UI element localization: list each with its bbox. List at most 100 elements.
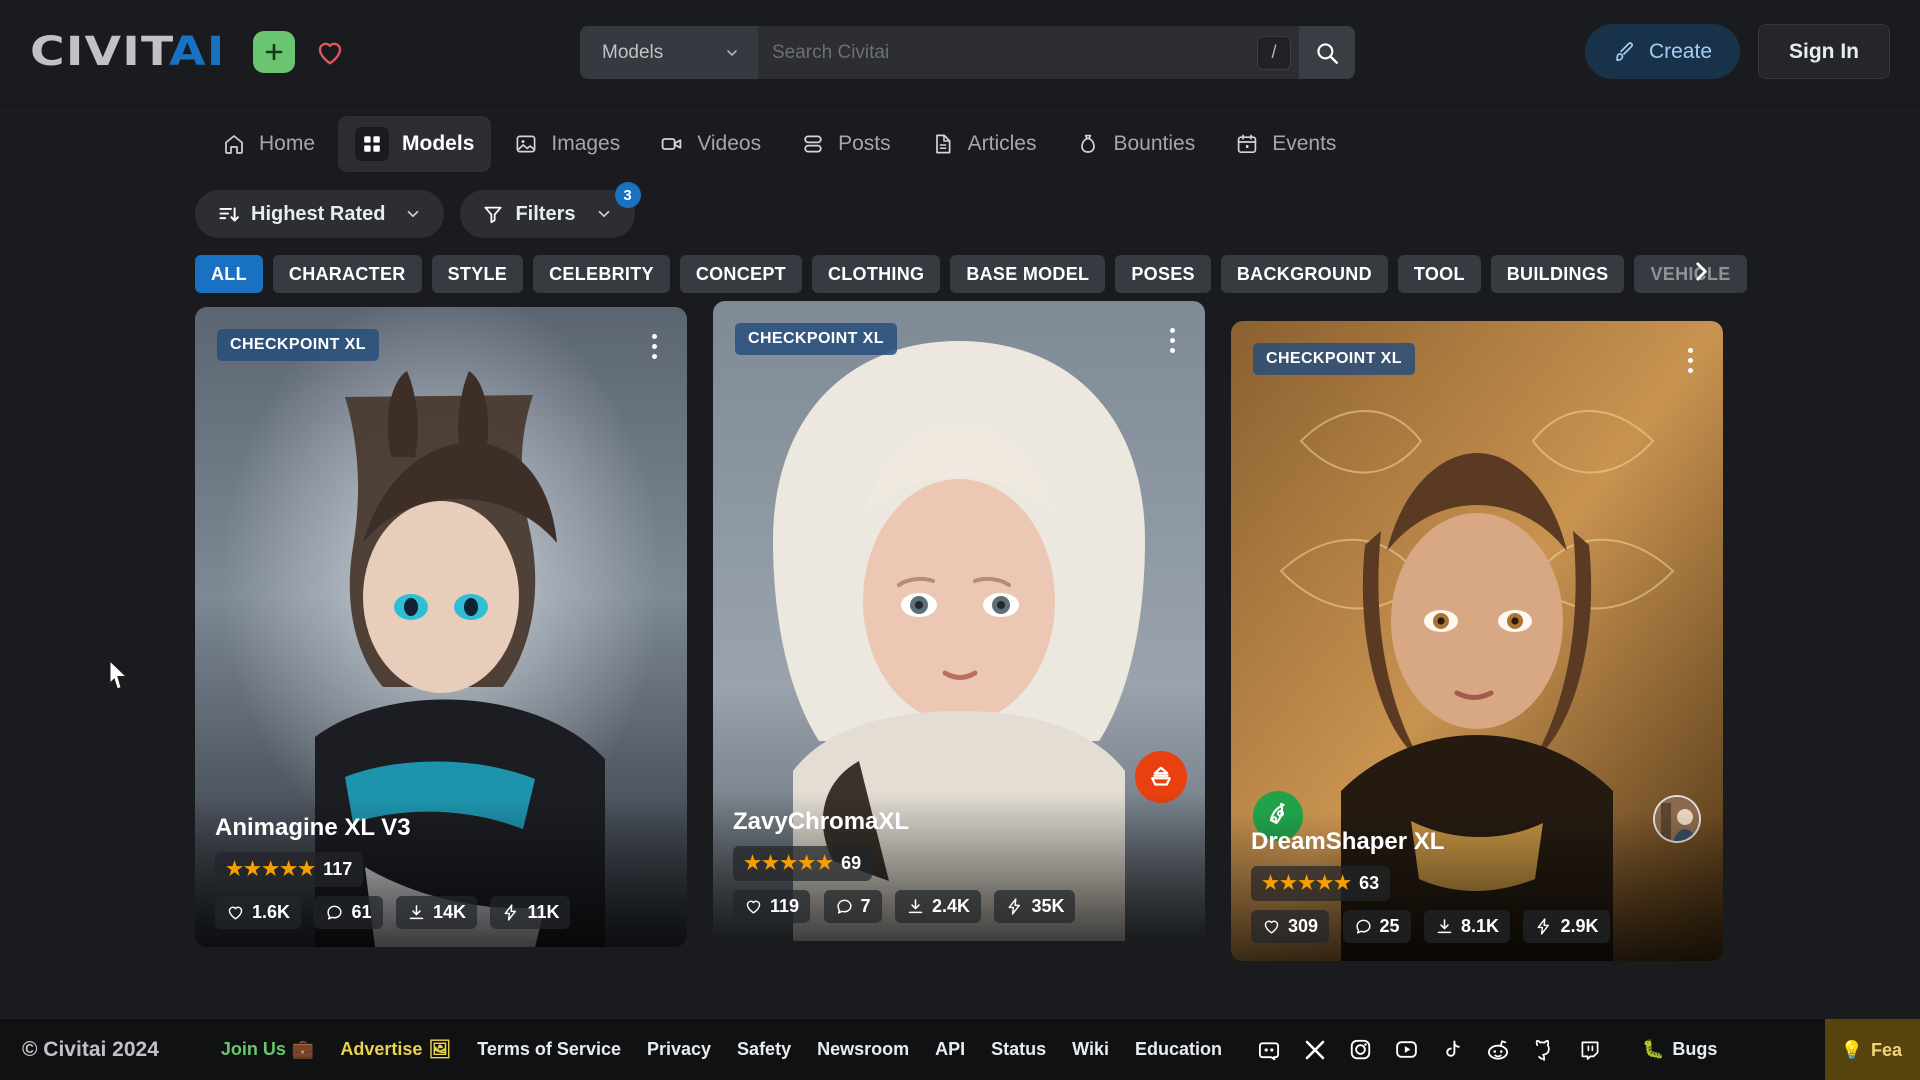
nav-label-posts: Posts bbox=[838, 132, 891, 155]
card-comments-value: 7 bbox=[860, 896, 871, 916]
model-card[interactable]: CHECKPOINT XL DreamShaper XL ★★★★★ 63 30… bbox=[1231, 321, 1723, 961]
download-icon bbox=[1437, 919, 1452, 934]
chip-base-model[interactable]: BASE MODEL bbox=[950, 255, 1106, 293]
chip-character[interactable]: CHARACTER bbox=[272, 255, 422, 293]
card-likes-value: 119 bbox=[770, 896, 800, 916]
card-type-badge: CHECKPOINT XL bbox=[735, 323, 897, 355]
card-likes: 119 bbox=[733, 890, 811, 923]
image-icon bbox=[514, 132, 538, 156]
chevron-down-icon bbox=[408, 210, 419, 218]
model-card-grid: CHECKPOINT XL Animagine XL V3 ★★★★★ 117 … bbox=[0, 301, 1920, 961]
lightning-icon bbox=[1009, 898, 1021, 915]
comment-icon bbox=[327, 905, 343, 920]
model-card[interactable]: CHECKPOINT XL ZavyChromaXL ★★★★★ 69 119 bbox=[713, 301, 1205, 941]
instagram-icon[interactable] bbox=[1348, 1037, 1373, 1062]
card-rating-count: 69 bbox=[841, 853, 862, 873]
card-rating: ★★★★★ 69 bbox=[733, 846, 873, 881]
chip-clothing[interactable]: CLOTHING bbox=[811, 255, 941, 293]
footer-link-wiki[interactable]: Wiki bbox=[1072, 1039, 1109, 1060]
star-icon: ★★★★★ bbox=[226, 859, 317, 880]
card-title: Animagine XL V3 bbox=[215, 814, 411, 841]
chip-concept[interactable]: CONCEPT bbox=[679, 255, 802, 293]
calendar-icon bbox=[1235, 132, 1259, 156]
model-card[interactable]: CHECKPOINT XL Animagine XL V3 ★★★★★ 117 … bbox=[195, 307, 687, 947]
card-footer: ZavyChromaXL ★★★★★ 69 119 7 2.4K 35K bbox=[713, 792, 1205, 941]
card-likes-value: 1.6K bbox=[252, 902, 291, 922]
nav-item-models[interactable]: Models bbox=[338, 116, 492, 172]
sign-in-label: Sign In bbox=[1789, 39, 1859, 63]
youtube-icon[interactable] bbox=[1394, 1037, 1419, 1062]
posts-icon bbox=[801, 132, 825, 156]
card-title: ZavyChromaXL bbox=[733, 808, 910, 835]
heart-icon bbox=[746, 900, 761, 914]
more-vertical-icon[interactable] bbox=[1159, 323, 1185, 357]
download-icon bbox=[908, 899, 923, 914]
x-twitter-icon[interactable] bbox=[1303, 1038, 1327, 1062]
twitch-icon[interactable] bbox=[1578, 1038, 1602, 1062]
sort-dropdown[interactable]: Highest Rated bbox=[195, 190, 445, 238]
nav-item-bounties[interactable]: Bounties bbox=[1059, 116, 1212, 172]
filters-dropdown[interactable]: Filters 3 bbox=[460, 182, 641, 238]
nav-item-images[interactable]: Images bbox=[497, 116, 637, 172]
tiktok-icon[interactable] bbox=[1440, 1038, 1464, 1062]
chip-background[interactable]: BACKGROUND bbox=[1220, 255, 1388, 293]
footer-link-api[interactable]: API bbox=[935, 1039, 965, 1060]
home-icon bbox=[222, 132, 246, 156]
sign-in-button[interactable]: Sign In bbox=[1758, 24, 1890, 79]
nav-item-articles[interactable]: Articles bbox=[914, 116, 1054, 172]
chevron-right-icon[interactable] bbox=[1688, 259, 1714, 290]
download-icon bbox=[409, 905, 424, 920]
grid-icon bbox=[355, 127, 390, 161]
footer-socials bbox=[1256, 1037, 1602, 1063]
more-vertical-icon[interactable] bbox=[641, 329, 667, 363]
article-icon bbox=[931, 132, 955, 156]
comment-icon bbox=[1355, 919, 1371, 934]
footer-link-privacy[interactable]: Privacy bbox=[647, 1039, 711, 1060]
github-icon[interactable] bbox=[1532, 1037, 1557, 1062]
reddit-icon[interactable] bbox=[1485, 1037, 1511, 1063]
bugs-link[interactable]: 🐛 Bugs bbox=[1642, 1039, 1717, 1060]
nav-label-home: Home bbox=[259, 132, 316, 155]
chip-buildings[interactable]: BUILDINGS bbox=[1490, 255, 1625, 293]
create-button[interactable]: Create bbox=[1584, 24, 1740, 79]
category-chips: ALL CHARACTER STYLE CELEBRITY CONCEPT CL… bbox=[0, 245, 1920, 303]
nav-item-videos[interactable]: Videos bbox=[643, 116, 778, 172]
lightning-icon bbox=[1538, 918, 1550, 935]
app-footer: © Civitai 2024 Join Us 💼 Advertise 🖼 Ter… bbox=[0, 1018, 1920, 1080]
chip-celebrity[interactable]: CELEBRITY bbox=[533, 255, 670, 293]
card-comments-value: 61 bbox=[351, 902, 372, 922]
discord-icon[interactable] bbox=[1256, 1037, 1282, 1063]
chip-style[interactable]: STYLE bbox=[431, 255, 524, 293]
feature-request-button[interactable]: 💡 Fea bbox=[1824, 1019, 1920, 1080]
card-downloads: 2.4K bbox=[894, 890, 981, 923]
nav-item-home[interactable]: Home bbox=[205, 116, 332, 172]
footer-link-join-us[interactable]: Join Us 💼 bbox=[221, 1039, 314, 1060]
search-input[interactable] bbox=[758, 41, 1257, 64]
search-submit-button[interactable] bbox=[1299, 26, 1355, 79]
footer-link-terms[interactable]: Terms of Service bbox=[477, 1039, 621, 1060]
card-comments: 61 bbox=[314, 896, 383, 929]
chevron-down-icon bbox=[727, 49, 737, 56]
footer-link-safety[interactable]: Safety bbox=[737, 1039, 791, 1060]
chip-poses[interactable]: POSES bbox=[1115, 255, 1211, 293]
card-rating-count: 117 bbox=[323, 859, 353, 879]
more-vertical-icon[interactable] bbox=[1677, 343, 1703, 377]
footer-link-status[interactable]: Status bbox=[991, 1039, 1046, 1060]
footer-link-education[interactable]: Education bbox=[1135, 1039, 1222, 1060]
card-energy-value: 11K bbox=[527, 902, 560, 922]
plus-icon[interactable] bbox=[253, 31, 296, 73]
card-energy: 2.9K bbox=[1523, 910, 1610, 943]
chip-tool[interactable]: TOOL bbox=[1397, 255, 1481, 293]
lightning-icon bbox=[505, 904, 517, 921]
chip-all[interactable]: ALL bbox=[195, 255, 263, 293]
nav-item-posts[interactable]: Posts bbox=[784, 116, 908, 172]
card-downloads-value: 14K bbox=[432, 902, 466, 922]
civitai-logo[interactable]: CIVIT AI bbox=[30, 29, 225, 75]
filters-badge: 3 bbox=[614, 182, 641, 208]
footer-link-newsroom[interactable]: Newsroom bbox=[817, 1039, 909, 1060]
search-category-select[interactable]: Models bbox=[580, 26, 758, 79]
nav-label-videos: Videos bbox=[697, 132, 762, 155]
nav-item-events[interactable]: Events bbox=[1218, 116, 1353, 172]
heart-icon[interactable] bbox=[315, 38, 345, 66]
footer-link-advertise[interactable]: Advertise 🖼 bbox=[340, 1039, 451, 1060]
